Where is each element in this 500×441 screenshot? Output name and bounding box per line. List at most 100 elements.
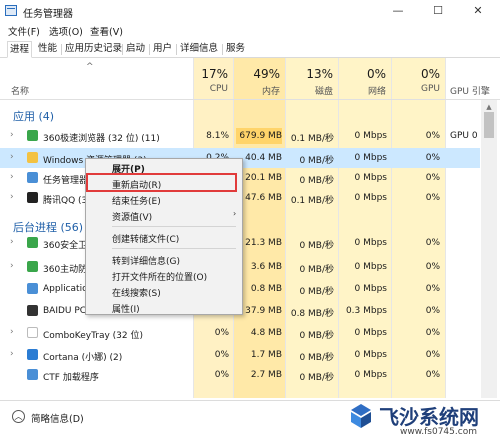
app-frame-icon bbox=[27, 283, 38, 294]
cell-net: 0 Mbps bbox=[354, 131, 387, 141]
cell-gpu: 0% bbox=[425, 193, 440, 203]
cell-net: 0 Mbps bbox=[354, 173, 387, 183]
process-name: 360主动防 bbox=[43, 265, 88, 275]
expand-chevron-icon[interactable]: › bbox=[10, 237, 14, 247]
ctx-open-file-location[interactable]: 打开文件所在的位置(O) bbox=[112, 270, 207, 283]
highlight-annotation-box bbox=[86, 173, 237, 192]
table-row[interactable]: › Cortana (小娜) (2) 0% 1.7 MB 0 MB/秒 0 Mbps 0% bbox=[0, 345, 480, 365]
cell-gpu: 0% bbox=[425, 284, 440, 294]
tab-startup[interactable]: 启动 bbox=[124, 41, 147, 58]
cell-net: 0 Mbps bbox=[354, 370, 387, 380]
expand-chevron-icon[interactable]: › bbox=[10, 172, 14, 182]
submenu-arrow-icon: › bbox=[233, 209, 237, 218]
ctf-icon bbox=[27, 369, 38, 380]
tab-users[interactable]: 用户 bbox=[151, 41, 174, 58]
maximize-button[interactable]: ☐ bbox=[418, 0, 458, 22]
fewer-details-link[interactable]: 简略信息(D) bbox=[31, 411, 84, 425]
header-network-pct[interactable]: 0% bbox=[345, 67, 386, 81]
chevron-up-icon[interactable]: ︿ bbox=[12, 410, 25, 423]
ctx-separator bbox=[112, 226, 236, 227]
tab-services[interactable]: 服务 bbox=[224, 41, 247, 58]
minimize-button[interactable]: — bbox=[378, 0, 418, 22]
ctx-resource-values[interactable]: 资源值(V) bbox=[112, 210, 152, 223]
expand-chevron-icon[interactable]: › bbox=[10, 261, 14, 271]
expand-chevron-icon[interactable]: › bbox=[10, 130, 14, 140]
expand-chevron-icon[interactable]: › bbox=[10, 349, 14, 359]
cell-cpu: 0% bbox=[214, 328, 229, 338]
cell-net: 0 Mbps bbox=[354, 350, 387, 360]
ctx-go-to-details[interactable]: 转到详细信息(G) bbox=[112, 254, 180, 267]
header-gpu-label[interactable]: GPU bbox=[398, 84, 440, 94]
browser-icon bbox=[27, 130, 38, 141]
window-title: 任务管理器 bbox=[23, 9, 73, 20]
cell-cpu: 0% bbox=[214, 370, 229, 380]
header-gpu-pct[interactable]: 0% bbox=[398, 67, 440, 81]
menu-bar: 文件(F) 选项(O) 查看(V) bbox=[0, 22, 500, 39]
group-background: 后台进程 (56) bbox=[13, 221, 84, 234]
header-network-label[interactable]: 网络 bbox=[345, 84, 386, 97]
cell-net: 0.3 Mbps bbox=[345, 306, 387, 316]
header-gpu-engine-label[interactable]: GPU 引擎 bbox=[450, 84, 492, 97]
cell-mem: 2.7 MB bbox=[250, 370, 282, 380]
cell-disk: 0 MB/秒 bbox=[299, 373, 334, 383]
cell-disk: 0 MB/秒 bbox=[299, 156, 334, 166]
header-memory-label[interactable]: 内存 bbox=[240, 84, 280, 97]
header-name[interactable]: 名称 bbox=[11, 84, 29, 97]
watermark-brand: 飞沙系统网 bbox=[379, 405, 479, 429]
process-name: BAIDU PCI bbox=[43, 306, 89, 316]
header-cpu-pct[interactable]: 17% bbox=[200, 67, 228, 81]
menu-file[interactable]: 文件(F) bbox=[8, 24, 40, 38]
table-row[interactable]: CTF 加载程序 0% 2.7 MB 0 MB/秒 0 Mbps 0% bbox=[0, 365, 480, 385]
header-memory-pct[interactable]: 49% bbox=[240, 67, 280, 81]
process-name: 360安全卫 bbox=[43, 241, 88, 251]
table-row[interactable]: › 360极速浏览器 (32 位) (11) 8.1% 679.9 MB 0.1 MB/… bbox=[0, 126, 480, 146]
expand-chevron-icon[interactable]: › bbox=[10, 327, 14, 337]
cell-cpu: 8.1% bbox=[206, 131, 229, 141]
expand-chevron-icon[interactable]: › bbox=[10, 192, 14, 202]
menu-view[interactable]: 查看(V) bbox=[90, 24, 123, 38]
tab-processes[interactable]: 进程 bbox=[7, 41, 33, 58]
table-row[interactable]: › ComboKeyTray (32 位) 0% 4.8 MB 0 MB/秒 0 Mbps… bbox=[0, 323, 480, 343]
tab-details[interactable]: 详细信息 bbox=[178, 41, 220, 58]
header-disk-pct[interactable]: 13% bbox=[292, 67, 333, 81]
header-cpu-label[interactable]: CPU bbox=[200, 84, 228, 94]
ctx-separator bbox=[112, 248, 236, 249]
cell-net: 0 Mbps bbox=[354, 193, 387, 203]
cell-disk: 0 MB/秒 bbox=[299, 176, 334, 186]
ctx-search-online[interactable]: 在线搜索(S) bbox=[112, 286, 161, 299]
ctx-create-dump[interactable]: 创建转储文件(C) bbox=[112, 232, 179, 245]
cell-net: 0 Mbps bbox=[354, 284, 387, 294]
blank-icon bbox=[27, 327, 38, 338]
ctx-end-task[interactable]: 结束任务(E) bbox=[112, 194, 161, 207]
cell-net: 0 Mbps bbox=[354, 153, 387, 163]
column-header: ^ 名称 17% CPU 49% 内存 13% 磁盘 0% 网络 0% GPU … bbox=[0, 58, 500, 100]
cell-gpu: 0% bbox=[425, 153, 440, 163]
tab-performance[interactable]: 性能 bbox=[36, 41, 59, 58]
header-disk-label[interactable]: 磁盘 bbox=[292, 84, 333, 97]
taskmgr-icon bbox=[27, 172, 38, 183]
vertical-scrollbar[interactable]: ▲ bbox=[481, 100, 497, 398]
scroll-thumb[interactable] bbox=[484, 112, 494, 138]
cell-mem: 679.9 MB bbox=[236, 128, 282, 144]
menu-options[interactable]: 选项(O) bbox=[49, 24, 83, 38]
expand-chevron-icon[interactable]: › bbox=[10, 152, 14, 162]
tab-app-history[interactable]: 应用历史记录 bbox=[63, 41, 124, 58]
process-grid: ^ 名称 17% CPU 49% 内存 13% 磁盘 0% 网络 0% GPU … bbox=[0, 58, 500, 398]
sort-caret-icon[interactable]: ^ bbox=[86, 62, 94, 72]
cell-gpu-engine: GPU 0 bbox=[450, 131, 478, 141]
process-name: CTF 加载程序 bbox=[43, 373, 99, 383]
cell-cpu: 0% bbox=[214, 350, 229, 360]
shield-icon bbox=[27, 237, 38, 248]
guard-icon bbox=[27, 261, 38, 272]
ctx-properties[interactable]: 属性(I) bbox=[112, 302, 140, 315]
cell-net: 0 Mbps bbox=[354, 328, 387, 338]
cell-disk: 0 MB/秒 bbox=[299, 265, 334, 275]
watermark-url: www.fs0745.com bbox=[400, 427, 477, 437]
qq-icon bbox=[27, 192, 38, 203]
cell-gpu: 0% bbox=[425, 328, 440, 338]
cell-net: 0 Mbps bbox=[354, 238, 387, 248]
cell-disk: 0.1 MB/秒 bbox=[290, 134, 334, 144]
close-button[interactable]: ✕ bbox=[458, 0, 498, 22]
cell-gpu: 0% bbox=[425, 173, 440, 183]
process-name: Cortana (小娜) (2) bbox=[43, 353, 123, 363]
